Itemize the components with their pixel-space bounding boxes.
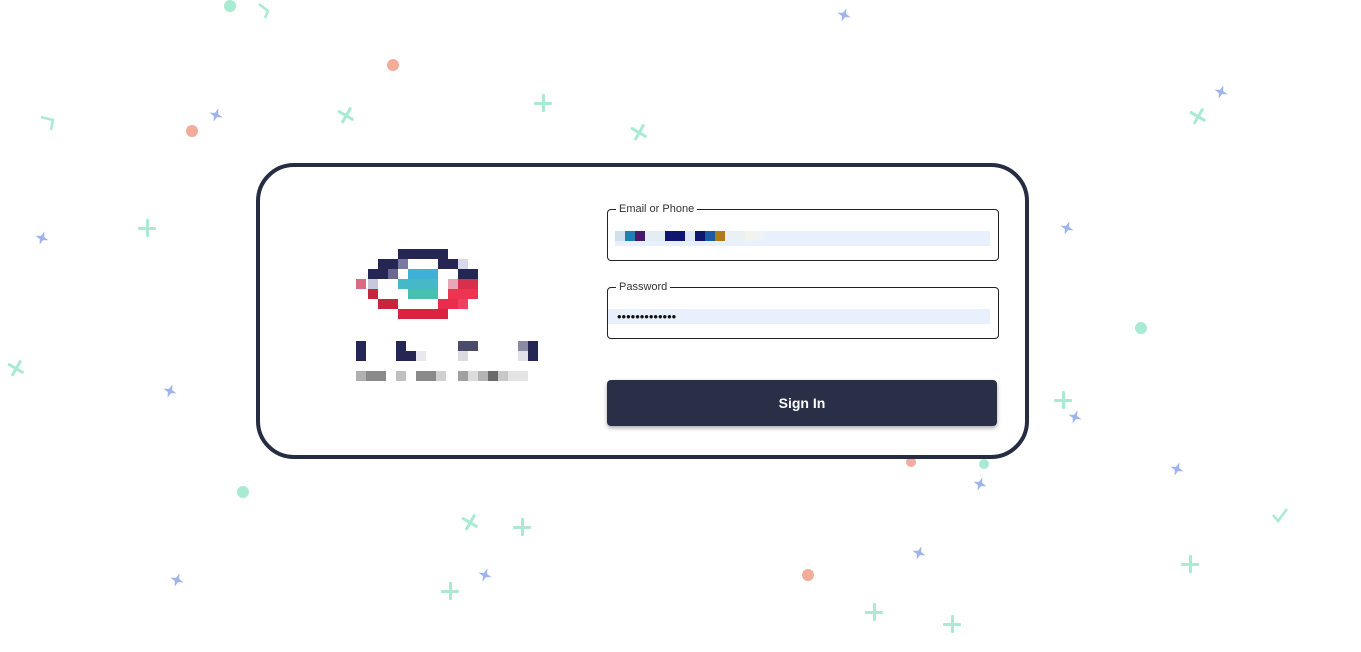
confetti-plus-icon bbox=[1054, 391, 1072, 409]
confetti-plus-icon bbox=[513, 518, 531, 536]
confetti-sparkle-icon bbox=[971, 475, 989, 493]
confetti-chevron-icon bbox=[258, 3, 270, 18]
confetti-sparkle-icon bbox=[1066, 408, 1084, 426]
confetti-plus-icon bbox=[534, 94, 552, 112]
confetti-sparkle-icon bbox=[1168, 460, 1186, 478]
login-card: Email or Phone Password Sign In bbox=[256, 163, 1029, 459]
confetti-plus-icon bbox=[1186, 104, 1211, 129]
confetti-sparkle-icon bbox=[161, 382, 179, 400]
confetti-sparkle-icon bbox=[1212, 83, 1230, 101]
password-input[interactable] bbox=[608, 309, 990, 324]
confetti-sparkle-icon bbox=[835, 6, 853, 24]
confetti-chevron-icon bbox=[40, 115, 55, 130]
confetti-plus-icon bbox=[138, 219, 156, 237]
confetti-plus-icon bbox=[441, 582, 459, 600]
brand-logo bbox=[356, 249, 596, 389]
confetti-plus-icon bbox=[334, 103, 359, 128]
confetti-dot-icon bbox=[237, 486, 249, 498]
confetti-sparkle-icon bbox=[476, 566, 494, 584]
confetti-sparkle-icon bbox=[910, 544, 928, 562]
confetti-plus-icon bbox=[4, 356, 29, 381]
confetti-sparkle-icon bbox=[168, 571, 186, 589]
confetti-dot-icon bbox=[387, 59, 399, 71]
confetti-sparkle-icon bbox=[207, 106, 225, 124]
confetti-dot-icon bbox=[802, 569, 814, 581]
confetti-sparkle-icon bbox=[33, 229, 51, 247]
confetti-dot-icon bbox=[186, 125, 198, 137]
confetti-dot-icon bbox=[979, 459, 989, 469]
confetti-dot-icon bbox=[224, 0, 236, 12]
confetti-check-icon bbox=[1272, 508, 1288, 523]
password-field-label: Password bbox=[616, 280, 671, 294]
password-field[interactable]: Password bbox=[607, 280, 999, 339]
confetti-dot-icon bbox=[1135, 322, 1147, 334]
email-field-label: Email or Phone bbox=[616, 202, 698, 216]
brand-name-obscured bbox=[356, 341, 538, 381]
confetti-plus-icon bbox=[1181, 555, 1199, 573]
confetti-plus-icon bbox=[865, 603, 883, 621]
sign-in-button[interactable]: Sign In bbox=[607, 380, 997, 426]
confetti-sparkle-icon bbox=[1058, 219, 1076, 237]
email-value-obscured bbox=[615, 231, 765, 241]
confetti-plus-icon bbox=[627, 120, 652, 145]
confetti-plus-icon bbox=[458, 510, 483, 535]
email-field[interactable]: Email or Phone bbox=[607, 202, 999, 261]
confetti-plus-icon bbox=[943, 615, 961, 633]
